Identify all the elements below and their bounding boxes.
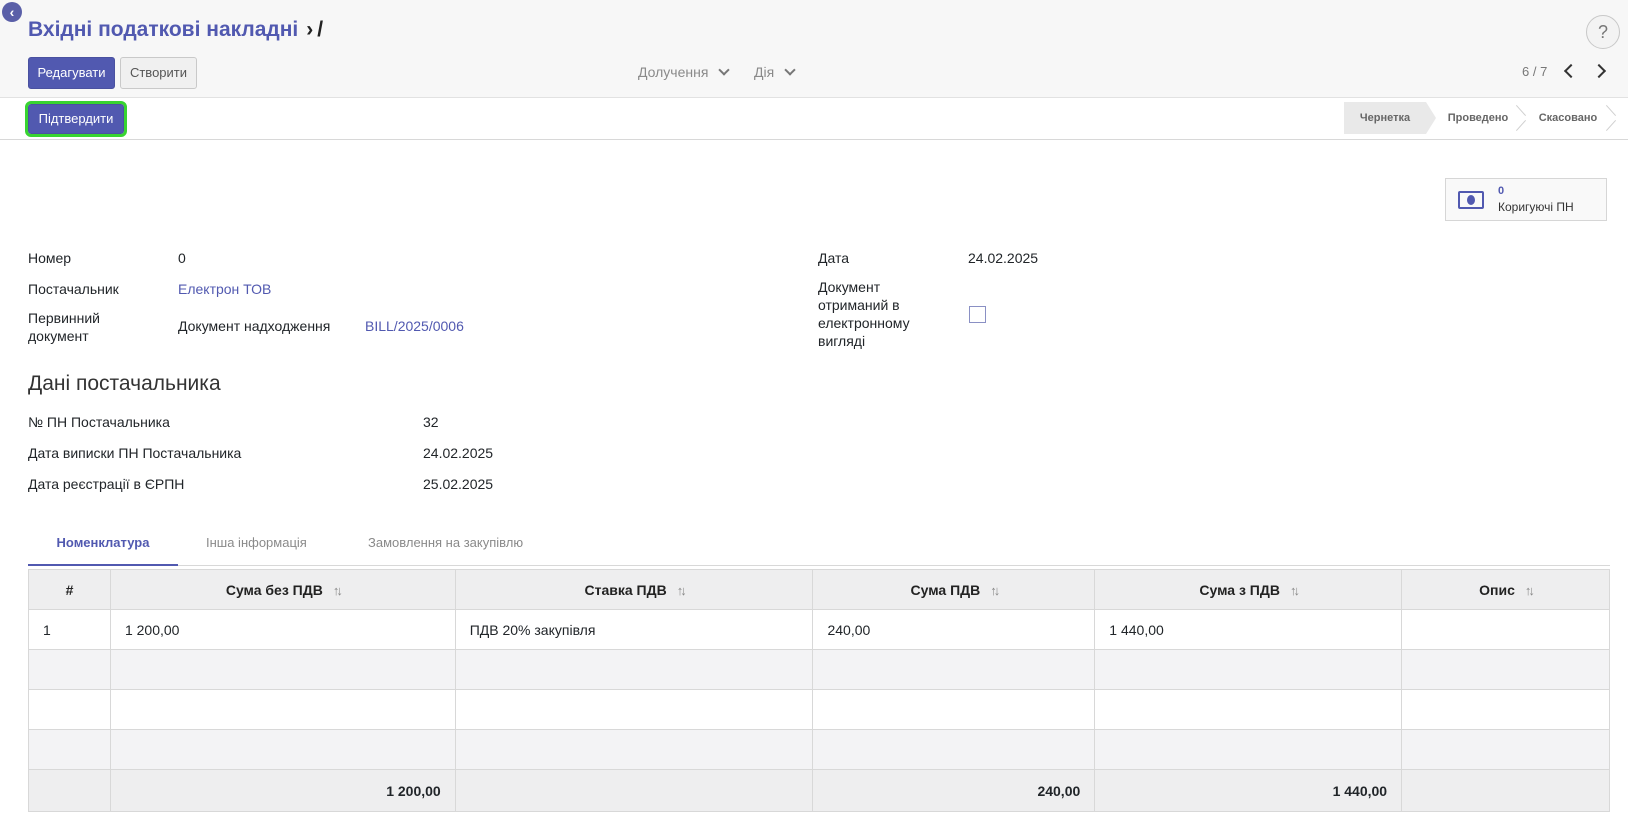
column-header-tax-amount[interactable]: Сума ПДВ ↑↓ xyxy=(812,569,1096,610)
help-button[interactable]: ? xyxy=(1586,15,1620,49)
tab-lines[interactable]: Номенклатура xyxy=(28,528,178,566)
number-value: 0 xyxy=(178,250,186,266)
total-amount-tax: 240,00 xyxy=(812,769,1096,812)
registration-date-label: Дата реєстрації в ЄРПН xyxy=(28,476,185,492)
total-amount-total: 1 440,00 xyxy=(1094,769,1403,812)
receipt-document-label: Документ надходження xyxy=(178,318,331,334)
sort-icon: ↑↓ xyxy=(990,582,1000,598)
tab-other-info[interactable]: Інша інформація xyxy=(206,528,307,566)
cell-amount-tax: 240,00 xyxy=(812,609,1096,650)
column-header-label: Ставка ПДВ xyxy=(584,581,667,598)
stage-draft-arrow xyxy=(1426,102,1436,134)
empty-row xyxy=(28,689,1610,730)
date-value: 24.02.2025 xyxy=(968,250,1039,266)
column-header-label: Сума ПДВ xyxy=(910,581,981,598)
edit-button[interactable]: Редагувати xyxy=(28,57,115,89)
table-row[interactable]: 1 1 200,00 ПДВ 20% закупівля 240,00 1 44… xyxy=(28,609,1610,650)
electronic-document-checkbox[interactable] xyxy=(969,306,986,323)
breadcrumb-current: / xyxy=(317,18,324,41)
receipt-document-link[interactable]: BILL/2025/0006 xyxy=(365,317,464,335)
breadcrumb-parent-link[interactable]: Вхідні податкові накладні xyxy=(28,18,298,41)
column-header-label: Сума з ПДВ xyxy=(1199,581,1280,598)
sort-icon: ↑↓ xyxy=(1524,582,1535,598)
vendor-link[interactable]: Електрон ТОВ xyxy=(178,280,271,298)
sort-icon: ↑↓ xyxy=(676,582,687,598)
notebook-tabs: Номенклатура Інша інформація Замовлення … xyxy=(28,528,1610,566)
column-header-description[interactable]: Опис ↑↓ xyxy=(1401,569,1610,610)
cell-description xyxy=(1401,609,1610,650)
back-arrow-icon[interactable]: ‹ xyxy=(2,2,22,22)
money-icon xyxy=(1458,191,1484,209)
stage-draft[interactable]: Чернетка xyxy=(1344,102,1426,134)
tab-purchase-orders[interactable]: Замовлення на закупівлю xyxy=(368,528,523,566)
chevron-down-icon xyxy=(718,64,731,76)
attachments-dropdown-label: Долучення xyxy=(638,64,709,80)
control-panel xyxy=(0,0,1628,98)
create-button[interactable]: Створити xyxy=(120,57,197,89)
breadcrumb: Вхідні податкові накладні › / xyxy=(28,16,323,44)
column-header-number[interactable]: # xyxy=(28,569,111,610)
date-label: Дата xyxy=(818,250,850,266)
lines-table: # Сума без ПДВ ↑↓ Ставка ПДВ ↑↓ Сума ПДВ ↑↓… xyxy=(28,569,1610,812)
table-header-row: # Сума без ПДВ ↑↓ Ставка ПДВ ↑↓ Сума ПДВ ↑↓… xyxy=(28,569,1610,610)
column-header-total[interactable]: Сума з ПДВ ↑↓ xyxy=(1094,569,1403,610)
cell-tax: ПДВ 20% закупівля xyxy=(454,609,814,650)
column-header-label: # xyxy=(65,581,74,598)
column-header-label: Опис xyxy=(1479,581,1515,598)
sort-icon: ↑↓ xyxy=(332,582,343,598)
action-dropdown[interactable]: Дія xyxy=(754,64,796,80)
stage-posted[interactable]: Проведено xyxy=(1436,102,1520,134)
column-header-label: Сума без ПДВ xyxy=(225,581,323,598)
stage-separator xyxy=(1602,102,1618,134)
primary-document-label: Первинний документ xyxy=(28,310,100,344)
vendor-tax-no-value: 32 xyxy=(423,414,439,430)
vendor-tax-no-label: № ПН Постачальника xyxy=(28,414,170,430)
attachments-dropdown[interactable]: Долучення xyxy=(638,64,731,80)
smart-button-label: Коригуючі ПН xyxy=(1498,200,1574,214)
smart-button-count: 0 xyxy=(1498,185,1505,197)
empty-row xyxy=(28,729,1610,770)
cell-number: 1 xyxy=(28,609,111,650)
chevron-down-icon xyxy=(784,64,796,76)
empty-row xyxy=(28,649,1610,690)
cell-amount-total: 1 440,00 xyxy=(1094,609,1403,650)
column-header-tax-rate[interactable]: Ставка ПДВ ↑↓ xyxy=(454,569,814,610)
stage-cancelled[interactable]: Скасовано xyxy=(1526,102,1610,134)
totals-row: 1 200,00 240,00 1 440,00 xyxy=(28,769,1610,812)
vendor-section-title: Дані постачальника xyxy=(28,372,221,395)
electronic-document-label: Документ отриманий в електронному вигляд… xyxy=(818,279,910,349)
action-dropdown-label: Дія xyxy=(754,64,775,80)
pager-value[interactable]: 6 / 7 xyxy=(1522,64,1547,79)
sort-icon: ↑↓ xyxy=(1289,582,1300,598)
vendor-issue-date-value: 24.02.2025 xyxy=(423,445,494,461)
registration-date-value: 25.02.2025 xyxy=(423,476,494,492)
correcting-invoices-button[interactable]: 0 Коригуючі ПН xyxy=(1445,178,1607,221)
number-label: Номер xyxy=(28,250,72,266)
vendor-issue-date-label: Дата виписки ПН Постачальника xyxy=(28,445,242,461)
cell-amount-untaxed: 1 200,00 xyxy=(109,609,456,650)
column-header-untaxed[interactable]: Сума без ПДВ ↑↓ xyxy=(109,569,456,610)
vendor-label: Постачальник xyxy=(28,281,119,297)
total-amount-untaxed: 1 200,00 xyxy=(109,769,456,812)
confirm-button[interactable]: Підтвердити xyxy=(25,101,127,137)
breadcrumb-separator: › xyxy=(306,18,314,41)
